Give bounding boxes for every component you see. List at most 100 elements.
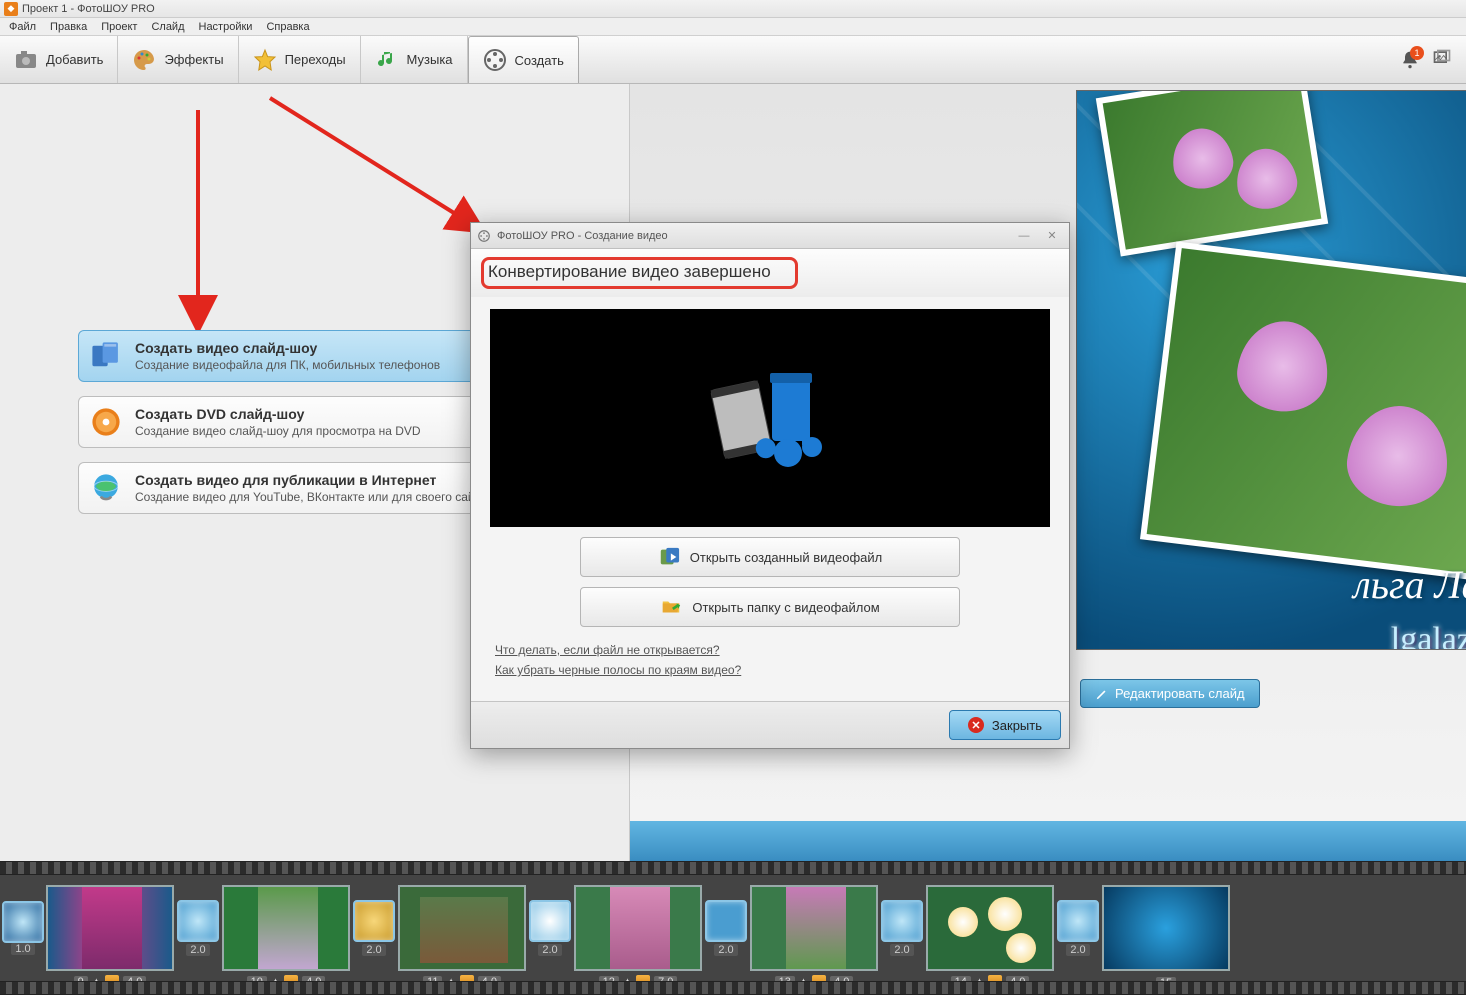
export-web-title: Создать видео для публикации в Интернет: [135, 472, 487, 488]
transition-icon[interactable]: [2, 901, 44, 943]
timeline-slide-13[interactable]: 13✦4.0: [750, 885, 878, 971]
tab-effects-label: Эффекты: [164, 52, 223, 67]
tab-effects[interactable]: Эффекты: [118, 36, 238, 83]
timeline: 1.0 9✦4.0 2.0 10✦4.0 2.0: [0, 861, 1466, 995]
timeline-slide-14[interactable]: 14✦4.0: [926, 885, 1054, 971]
main-toolbar: Добавить Эффекты Переходы Музыка Создать…: [0, 36, 1466, 84]
gallery-icon[interactable]: [1432, 48, 1452, 71]
star-icon: ✦: [271, 976, 280, 982]
menu-bar: Файл Правка Проект Слайд Настройки Справ…: [0, 18, 1466, 36]
edit-slide-label: Редактировать слайд: [1115, 686, 1245, 701]
transition-icon[interactable]: [529, 900, 571, 942]
close-icon: ✕: [968, 717, 984, 733]
slide-preview: льга Лазаре lgalazarevic: [1076, 90, 1466, 650]
export-video-sub: Создание видеофайла для ПК, мобильных те…: [135, 358, 440, 372]
menu-settings[interactable]: Настройки: [192, 21, 260, 33]
transition-duration: 2.0: [714, 944, 737, 956]
edit-icon[interactable]: [812, 975, 826, 981]
menu-slide[interactable]: Слайд: [144, 21, 191, 33]
transition-icon[interactable]: [705, 900, 747, 942]
dvd-icon: [89, 405, 123, 439]
film-play-icon: [658, 546, 680, 568]
menu-edit[interactable]: Правка: [43, 21, 94, 33]
open-created-file-button[interactable]: Открыть созданный видеофайл: [580, 537, 960, 577]
dialog-close-x-button[interactable]: ✕: [1041, 228, 1063, 244]
open-folder-button[interactable]: Открыть папку с видеофайлом: [580, 587, 960, 627]
tab-transitions-label: Переходы: [285, 52, 346, 67]
transition-icon[interactable]: [353, 900, 395, 942]
menu-project[interactable]: Проект: [94, 21, 144, 33]
camera-icon: [14, 48, 38, 72]
tab-add[interactable]: Добавить: [0, 36, 118, 83]
film-clip-icon: [89, 339, 123, 373]
star-icon: ✦: [446, 976, 455, 982]
open-folder-label: Открыть папку с видеофайлом: [692, 600, 879, 615]
export-web-sub: Создание видео для YouTube, ВКонтакте ил…: [135, 490, 487, 504]
preview-toolbar: [630, 821, 1466, 861]
video-preview-thumb: [490, 309, 1050, 527]
globe-icon: [89, 471, 123, 505]
music-icon: [375, 48, 399, 72]
open-file-label: Открыть созданный видеофайл: [690, 550, 882, 565]
reel-icon: [477, 229, 491, 243]
transition-duration: 2.0: [186, 944, 209, 956]
tab-create[interactable]: Создать: [468, 36, 579, 83]
film-strip-bottom: [0, 981, 1466, 995]
star-icon: [253, 48, 277, 72]
dialog-heading: Конвертирование видео завершено: [488, 262, 771, 281]
notification-badge: 1: [1410, 46, 1424, 60]
annotation-arrow-1: [180, 110, 220, 333]
export-dvd-title: Создать DVD слайд-шоу: [135, 406, 421, 422]
film-strip-top: [0, 861, 1466, 875]
edit-icon[interactable]: [284, 975, 298, 981]
timeline-slide-9[interactable]: 9✦4.0: [46, 885, 174, 971]
watermark-name: льга Лазаре: [1353, 561, 1466, 608]
menu-help[interactable]: Справка: [259, 21, 316, 33]
star-icon: ✦: [623, 976, 632, 982]
pencil-icon: [1095, 687, 1109, 701]
transition-duration: 1.0: [11, 943, 34, 955]
transition-icon[interactable]: [177, 900, 219, 942]
transition-duration: 2.0: [890, 944, 913, 956]
help-link-black-bars[interactable]: Как убрать черные полосы по краям видео?: [495, 663, 1045, 677]
edit-icon[interactable]: [988, 975, 1002, 981]
timeline-slide-10[interactable]: 10✦4.0: [222, 885, 350, 971]
tab-music-label: Музыка: [407, 52, 453, 67]
tab-add-label: Добавить: [46, 52, 103, 67]
menu-file[interactable]: Файл: [2, 21, 43, 33]
timeline-slide-11[interactable]: 11✦4.0: [398, 885, 526, 971]
close-label: Закрыть: [992, 718, 1042, 733]
tab-create-label: Создать: [515, 53, 564, 68]
conversion-complete-dialog: ФотоШОУ PRO - Создание видео — ✕ Конверт…: [470, 222, 1070, 749]
timeline-slide-12[interactable]: 12✦7.0: [574, 885, 702, 971]
edit-icon[interactable]: [636, 975, 650, 981]
transition-icon[interactable]: [881, 900, 923, 942]
edit-icon[interactable]: [105, 975, 119, 981]
tab-music[interactable]: Музыка: [361, 36, 468, 83]
dialog-titlebar[interactable]: ФотоШОУ PRO - Создание видео — ✕: [471, 223, 1069, 249]
dialog-close-button[interactable]: ✕ Закрыть: [949, 710, 1061, 740]
annotation-arrow-2: [270, 98, 490, 241]
window-title: Проект 1 - ФотоШОУ PRO: [22, 3, 155, 15]
transition-duration: 2.0: [1066, 944, 1089, 956]
dialog-title: ФотоШОУ PRO - Создание видео: [497, 230, 668, 242]
timeline-track[interactable]: 1.0 9✦4.0 2.0 10✦4.0 2.0: [0, 875, 1466, 981]
export-dvd-sub: Создание видео слайд-шоу для просмотра н…: [135, 424, 421, 438]
timeline-slide-15[interactable]: 15: [1102, 885, 1230, 971]
notification-bell-icon[interactable]: 1: [1400, 50, 1420, 70]
tab-transitions[interactable]: Переходы: [239, 36, 361, 83]
edit-icon[interactable]: [460, 975, 474, 981]
dialog-minimize-button[interactable]: —: [1013, 228, 1035, 244]
watermark-nick: lgalazarevic: [1391, 621, 1466, 650]
star-icon: ✦: [92, 976, 101, 982]
help-link-file-not-open[interactable]: Что делать, если файл не открывается?: [495, 643, 1045, 657]
app-icon: ◆: [4, 2, 18, 16]
reel-icon: [483, 48, 507, 72]
window-titlebar: ◆ Проект 1 - ФотоШОУ PRO: [0, 0, 1466, 18]
transition-icon[interactable]: [1057, 900, 1099, 942]
edit-slide-button[interactable]: Редактировать слайд: [1080, 679, 1260, 708]
star-icon: ✦: [799, 976, 808, 982]
export-video-title: Создать видео слайд-шоу: [135, 340, 440, 356]
palette-icon: [132, 48, 156, 72]
transition-duration: 2.0: [538, 944, 561, 956]
